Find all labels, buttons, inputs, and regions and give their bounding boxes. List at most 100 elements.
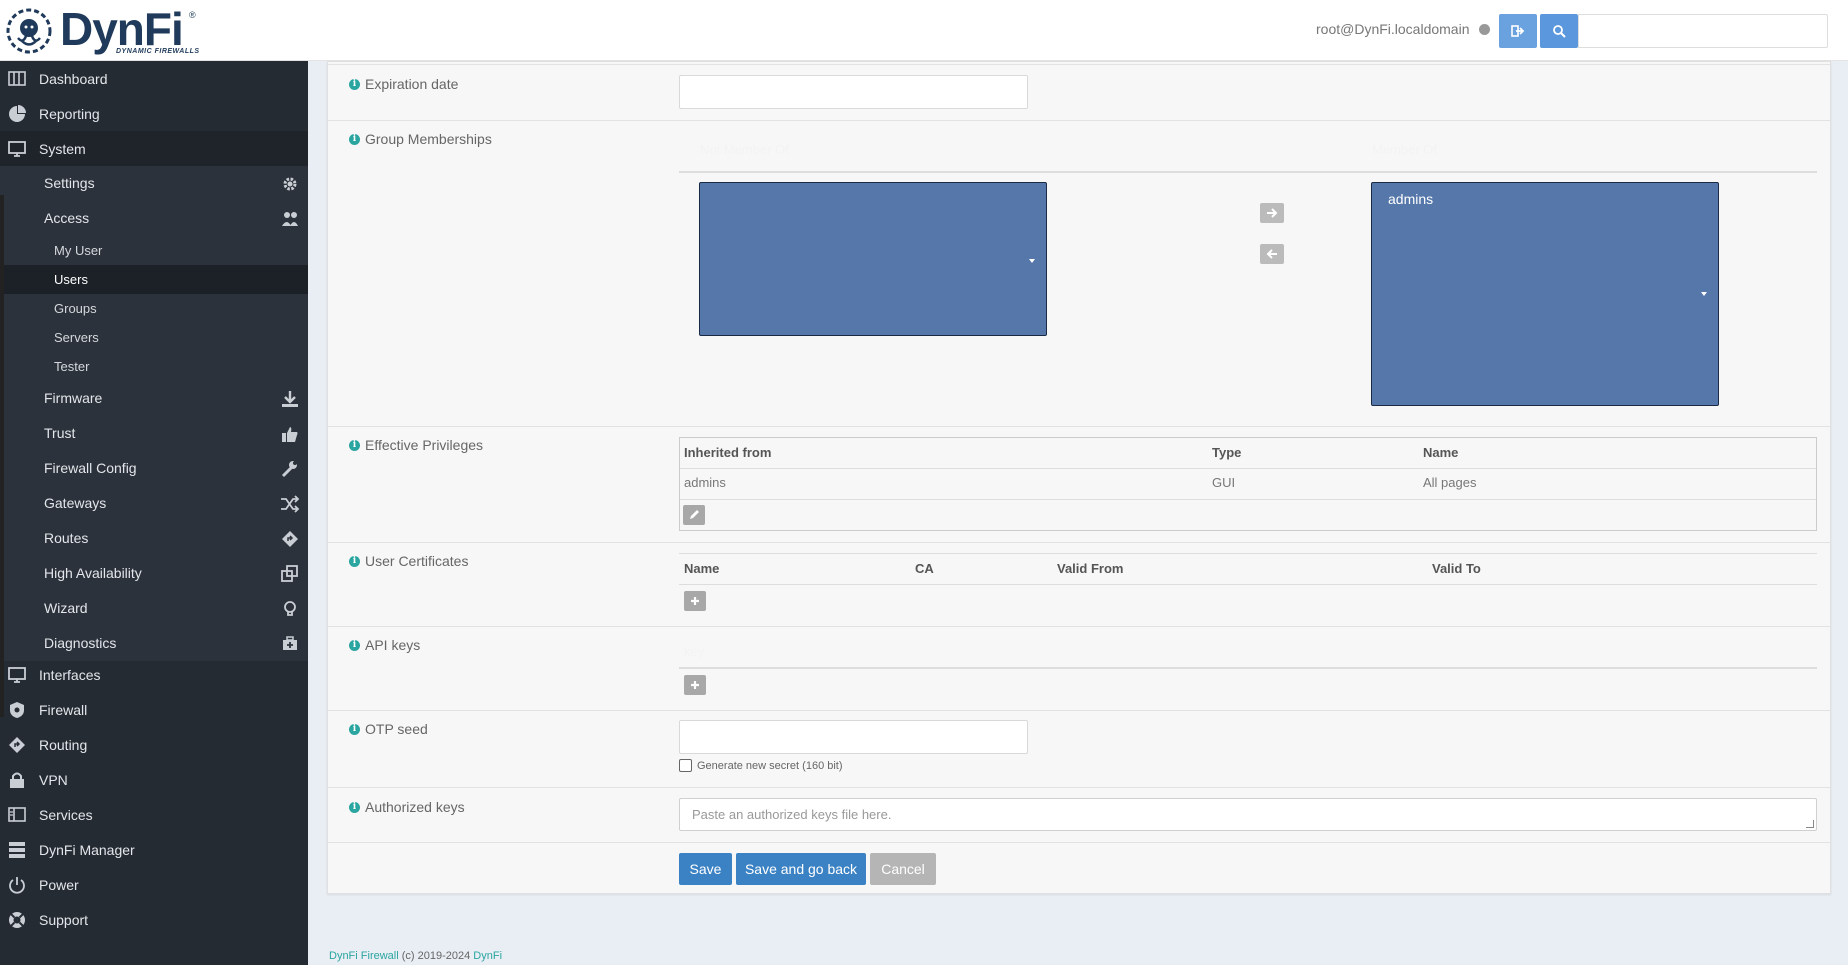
table-cell: GUI <box>1212 475 1236 490</box>
list-item[interactable]: admins <box>1388 191 1433 207</box>
row-divider <box>328 120 1830 121</box>
shield-icon <box>10 702 24 718</box>
sidebar-item-dashboard[interactable]: Dashboard <box>0 61 308 96</box>
info-icon[interactable]: i <box>349 639 360 651</box>
footer: DynFi Firewall (c) 2019-2024 DynFi <box>329 950 502 962</box>
info-icon[interactable]: i <box>349 801 360 813</box>
sidebar-item-label: Support <box>39 911 89 928</box>
dynfi-logo[interactable]: DynFi ® DYNAMIC FIREWALLS <box>6 3 206 56</box>
arrow-left-icon <box>1266 249 1277 259</box>
lock-icon <box>10 772 24 788</box>
otp-seed-input[interactable] <box>679 720 1028 754</box>
sidebar-item-settings[interactable]: Settings <box>0 166 308 201</box>
search-icon <box>1553 25 1566 38</box>
search-input[interactable] <box>1578 14 1828 48</box>
sidebar-item-vpn[interactable]: VPN <box>0 762 308 797</box>
user-certificates-label: i User Certificates <box>349 553 468 569</box>
member-of-list[interactable]: admins <box>1371 182 1719 406</box>
sidebar-item-diagnostics[interactable]: Diagnostics <box>0 626 308 661</box>
logout-button[interactable] <box>1499 14 1537 48</box>
remove-from-group-button[interactable] <box>1260 244 1284 264</box>
info-icon[interactable]: i <box>349 133 360 145</box>
sidebar-item-label: Access <box>44 210 90 226</box>
search-button[interactable] <box>1540 14 1578 48</box>
sidebar-item-access[interactable]: Access <box>0 201 308 236</box>
sidebar-item-my-user[interactable]: My User <box>0 236 308 265</box>
services-icon <box>8 807 26 822</box>
footer-company-link[interactable]: DynFi <box>473 950 502 962</box>
sidebar-item-trust[interactable]: Trust <box>0 416 308 451</box>
column-header: Inherited from <box>684 445 772 460</box>
table-cell: All pages <box>1423 475 1477 490</box>
sidebar-item-firmware[interactable]: Firmware <box>0 381 308 416</box>
expiration-date-label: i Expiration date <box>349 76 458 92</box>
info-icon[interactable]: i <box>349 78 360 90</box>
sidebar-item-support[interactable]: Support <box>0 902 308 937</box>
sidebar-item-interfaces[interactable]: Interfaces <box>0 657 308 692</box>
edit-privileges-button[interactable] <box>683 505 705 525</box>
info-icon[interactable]: i <box>349 723 360 735</box>
resize-handle-icon[interactable] <box>1806 820 1814 828</box>
effective-privileges-table: Inherited from Type Name admins GUI All … <box>679 437 1817 531</box>
info-icon[interactable]: i <box>349 555 360 567</box>
sidebar-item-label: High Availability <box>44 565 142 581</box>
sidebar-item-firewall-config[interactable]: Firewall Config <box>0 451 308 486</box>
arrow-right-icon <box>1267 208 1278 218</box>
add-to-group-button[interactable] <box>1260 203 1284 223</box>
info-icon[interactable]: i <box>349 439 360 451</box>
thumbs-up-icon <box>282 427 298 442</box>
sidebar-item-gateways[interactable]: Gateways <box>0 486 308 521</box>
plus-icon <box>691 681 699 689</box>
sidebar-item-label: DynFi Manager <box>39 841 135 858</box>
sidebar-item-system[interactable]: System <box>0 131 308 166</box>
sidebar-item-users[interactable]: Users <box>0 265 308 294</box>
column-header: Name <box>1423 445 1459 460</box>
sidebar-item-high-availability[interactable]: High Availability <box>0 556 308 591</box>
save-button[interactable]: Save <box>679 853 732 885</box>
user-edit-form: i Expiration date i Group Memberships No… <box>327 61 1831 894</box>
field-label-text: Effective Privileges <box>365 437 484 453</box>
sidebar-item-power[interactable]: Power <box>0 867 308 902</box>
generate-secret-checkbox[interactable] <box>679 759 692 772</box>
sidebar-item-services[interactable]: Services <box>0 797 308 832</box>
sidebar-item-label: Users <box>54 272 88 287</box>
sidebar-item-routes[interactable]: Routes <box>0 521 308 556</box>
member-of-header: Member Of <box>1372 142 1438 157</box>
sidebar-item-groups[interactable]: Groups <box>0 294 308 323</box>
lightbulb-icon <box>284 601 296 616</box>
footer-product-link[interactable]: DynFi Firewall <box>329 950 399 962</box>
route-icon <box>9 737 25 753</box>
sidebar: Dashboard Reporting System Settings Acce… <box>0 61 308 965</box>
sidebar-item-firewall[interactable]: Firewall <box>0 692 308 727</box>
sidebar-item-label: Servers <box>54 330 99 345</box>
row-divider <box>328 64 1830 65</box>
sidebar-item-routing[interactable]: Routing <box>0 727 308 762</box>
registered-mark: ® <box>189 10 196 20</box>
save-and-go-back-button[interactable]: Save and go back <box>736 853 866 885</box>
sidebar-item-label: Services <box>39 806 93 823</box>
add-api-key-button[interactable] <box>684 675 706 695</box>
sidebar-item-dynfi-manager[interactable]: DynFi Manager <box>0 832 308 867</box>
field-label-text: Expiration date <box>365 76 459 92</box>
octopus-logo-icon <box>6 8 52 54</box>
authorized-keys-textarea[interactable]: Paste an authorized keys file here. <box>679 798 1817 831</box>
current-user[interactable]: root@DynFi.localdomain <box>1316 21 1470 37</box>
expiration-date-input[interactable] <box>679 75 1028 109</box>
not-member-of-list[interactable] <box>699 182 1047 336</box>
column-header: Type <box>1212 445 1242 460</box>
sidebar-item-reporting[interactable]: Reporting <box>0 96 308 131</box>
row-divider <box>680 499 1816 500</box>
table-header-rule <box>679 171 1817 173</box>
add-certificate-button[interactable] <box>684 591 706 611</box>
cancel-button[interactable]: Cancel <box>870 853 936 885</box>
power-icon <box>9 877 25 894</box>
key-column-header: key <box>684 644 705 659</box>
sidebar-item-label: VPN <box>39 771 68 788</box>
sidebar-item-label: Diagnostics <box>44 635 117 651</box>
system-group-border <box>0 195 4 717</box>
sidebar-item-wizard[interactable]: Wizard <box>0 591 308 626</box>
sidebar-item-label: Reporting <box>39 105 100 122</box>
sidebar-item-tester[interactable]: Tester <box>0 352 308 381</box>
sidebar-item-servers[interactable]: Servers <box>0 323 308 352</box>
shuffle-icon <box>281 495 300 513</box>
